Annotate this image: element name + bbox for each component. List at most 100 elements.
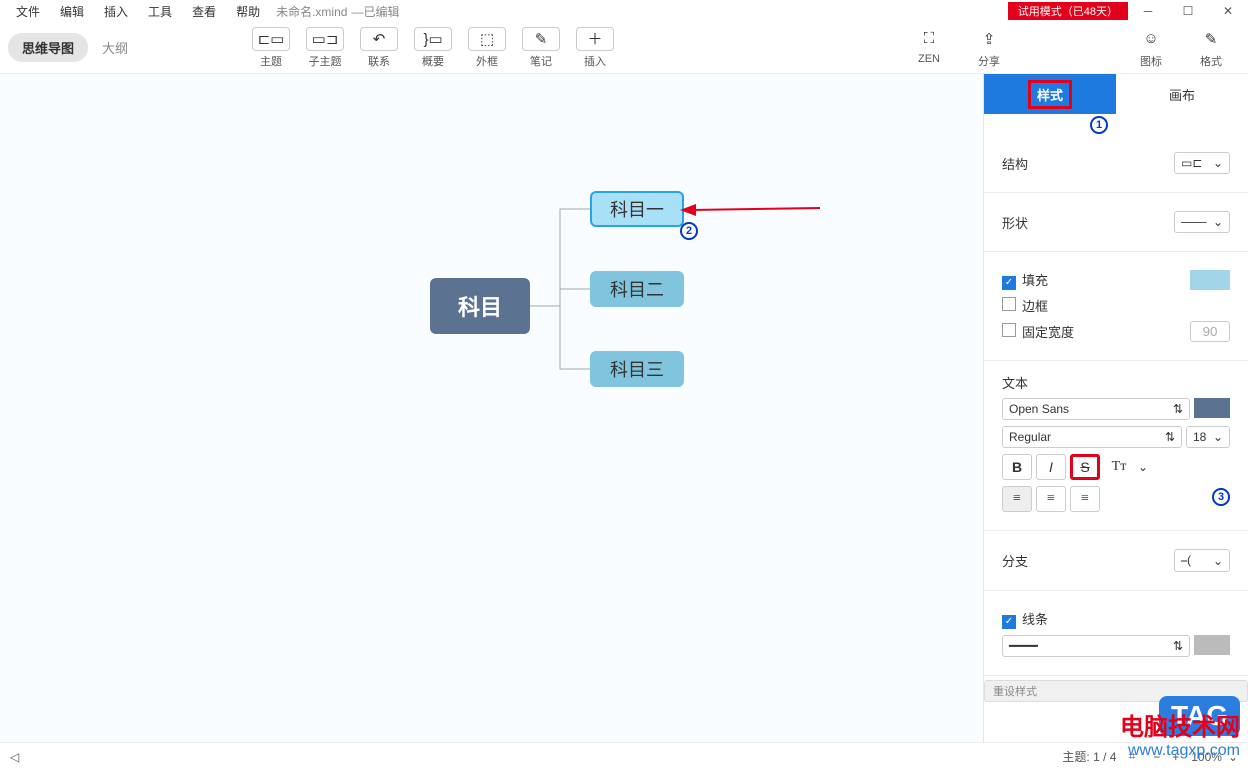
reset-style-button[interactable]: 重设样式	[984, 680, 1248, 702]
format-icon: ✎	[1196, 27, 1226, 51]
menu-view[interactable]: 查看	[182, 1, 226, 22]
canvas[interactable]: 科目 科目一 科目二 科目三 2	[0, 74, 983, 742]
updown-icon: ⇅	[1165, 430, 1175, 444]
structure-select[interactable]: ▭⊏⌄	[1174, 152, 1230, 174]
share-icon: ⇪	[974, 27, 1004, 51]
node-main[interactable]: 科目	[430, 278, 530, 334]
font-weight-select[interactable]: Regular⇅	[1002, 426, 1182, 448]
line-style-icon: ━━━━	[1009, 639, 1038, 653]
tool-zen[interactable]: ⛶ZEN	[906, 27, 952, 69]
bold-button[interactable]: B	[1002, 454, 1032, 480]
menu-insert[interactable]: 插入	[94, 1, 138, 22]
line-checkbox[interactable]: ✓	[1002, 615, 1016, 629]
branch-icon: ⎯(	[1181, 553, 1191, 568]
updown-icon: ⇅	[1173, 639, 1183, 653]
insert-icon: ＋	[576, 27, 614, 51]
annotation-num-1: 1	[1090, 116, 1108, 134]
chevron-down-icon[interactable]: ⌄	[1138, 460, 1148, 474]
emoji-icon: ☺	[1136, 27, 1166, 51]
tab-outline[interactable]: 大纲	[102, 38, 128, 57]
menu-edit[interactable]: 编辑	[50, 1, 94, 22]
fill-color-swatch[interactable]	[1190, 270, 1230, 290]
font-family-select[interactable]: Open Sans⇅	[1002, 398, 1190, 420]
section-structure: 结构 ▭⊏⌄	[984, 134, 1248, 193]
tool-topic[interactable]: ⊏▭主题	[248, 27, 294, 69]
relation-icon: ↶	[360, 27, 398, 51]
section-shape: 形状 ─── ⌄	[984, 193, 1248, 252]
side-tabs: 样式 画布	[984, 74, 1248, 114]
branch-select[interactable]: ⎯( ⌄	[1174, 549, 1230, 572]
statusbar: ◁ 主题: 1 / 4 ⌗ − + 100% ⌄	[0, 742, 1248, 770]
node-sub1-selected[interactable]: 科目一	[590, 191, 684, 227]
document-filename: 未命名.xmind	[276, 3, 347, 20]
border-checkbox[interactable]	[1002, 297, 1016, 311]
zen-icon: ⛶	[914, 27, 944, 51]
node-sub3[interactable]: 科目三	[590, 351, 684, 387]
toolbar-far-right: ☺图标 ✎格式	[1128, 27, 1234, 69]
annotation-num-2: 2	[680, 222, 698, 240]
toolbar: 思维导图 大纲 ⊏▭主题 ▭⊐子主题 ↶联系 }▭概要 ⬚外框 ✎笔记 ＋插入 …	[0, 22, 1248, 74]
node-sub2[interactable]: 科目二	[590, 271, 684, 307]
maximize-button[interactable]: ☐	[1168, 0, 1208, 22]
section-fill: ✓填充 边框 固定宽度	[984, 252, 1248, 361]
side-panel: 样式 画布 1 结构 ▭⊏⌄ 形状 ───⌄ ✓填充 边框 固定宽度 文本	[983, 74, 1248, 742]
close-button[interactable]: ✕	[1208, 0, 1248, 22]
section-text: 文本 Open Sans⇅ Regular⇅ 18⌄ B I S Tᴛ ⌄ ≡ …	[984, 361, 1248, 531]
font-size-select[interactable]: 18⌄	[1186, 426, 1230, 448]
chevron-down-icon: ⌄	[1213, 430, 1223, 444]
tool-boundary[interactable]: ⬚外框	[464, 27, 510, 69]
italic-button[interactable]: I	[1036, 454, 1066, 480]
label-branch: 分支	[1002, 551, 1028, 570]
line-color-swatch[interactable]	[1194, 635, 1230, 655]
line-style-select[interactable]: ━━━━ ⇅	[1002, 635, 1190, 657]
scroll-left-icon[interactable]: ◁	[10, 750, 19, 764]
toolbar-right: ⛶ZEN ⇪分享	[906, 27, 1012, 69]
text-case-button[interactable]: Tᴛ	[1104, 454, 1134, 480]
side-tab-canvas[interactable]: 画布	[1116, 74, 1248, 114]
chevron-down-icon: ⌄	[1213, 215, 1223, 229]
chevron-down-icon: ⌄	[1213, 156, 1223, 170]
map-icon[interactable]: ⌗	[1128, 749, 1135, 764]
fixedwidth-checkbox[interactable]	[1002, 323, 1016, 337]
fixedwidth-input[interactable]	[1190, 321, 1230, 342]
zoom-out-button[interactable]: −	[1153, 750, 1160, 764]
menu-help[interactable]: 帮助	[226, 1, 270, 22]
label-structure: 结构	[1002, 154, 1028, 173]
side-tab-style[interactable]: 样式	[984, 74, 1116, 114]
tool-group: ⊏▭主题 ▭⊐子主题 ↶联系 }▭概要 ⬚外框 ✎笔记 ＋插入	[248, 27, 618, 69]
connectors	[530, 209, 590, 409]
font-color-swatch[interactable]	[1194, 398, 1230, 418]
tool-summary[interactable]: }▭概要	[410, 27, 456, 69]
zoom-in-button[interactable]: +	[1172, 750, 1179, 764]
chevron-down-icon[interactable]: ⌄	[1228, 750, 1238, 764]
tool-format[interactable]: ✎格式	[1188, 27, 1234, 69]
tool-note[interactable]: ✎笔记	[518, 27, 564, 69]
label-shape: 形状	[1002, 213, 1028, 232]
tool-share[interactable]: ⇪分享	[966, 27, 1012, 69]
align-center-button[interactable]: ≡	[1036, 486, 1066, 512]
tool-subtopic[interactable]: ▭⊐子主题	[302, 27, 348, 69]
main-menu: 文件 编辑 插入 工具 查看 帮助	[0, 1, 270, 22]
tab-mindmap[interactable]: 思维导图	[8, 33, 88, 62]
label-fill: 填充	[1022, 273, 1048, 288]
shape-line-icon: ───	[1181, 215, 1207, 229]
annotation-arrow	[680, 200, 820, 220]
menu-tools[interactable]: 工具	[138, 1, 182, 22]
chevron-down-icon: ⌄	[1213, 554, 1223, 568]
zoom-level[interactable]: 100%	[1191, 750, 1222, 764]
align-left-button[interactable]: ≡	[1002, 486, 1032, 512]
topic-icon: ⊏▭	[252, 27, 290, 51]
tool-insert[interactable]: ＋插入	[572, 27, 618, 69]
align-right-button[interactable]: ≡	[1070, 486, 1100, 512]
menu-file[interactable]: 文件	[6, 1, 50, 22]
window-controls: ─ ☐ ✕	[1128, 0, 1248, 22]
strikethrough-button[interactable]: S	[1070, 454, 1100, 480]
summary-icon: }▭	[414, 27, 452, 51]
fill-checkbox[interactable]: ✓	[1002, 276, 1016, 290]
shape-select[interactable]: ─── ⌄	[1174, 211, 1230, 233]
titlebar: 文件 编辑 插入 工具 查看 帮助 未命名.xmind —已编辑 试用模式（已4…	[0, 0, 1248, 22]
minimize-button[interactable]: ─	[1128, 0, 1168, 22]
tool-emoji[interactable]: ☺图标	[1128, 27, 1174, 69]
tool-relation[interactable]: ↶联系	[356, 27, 402, 69]
label-border: 边框	[1022, 299, 1048, 314]
